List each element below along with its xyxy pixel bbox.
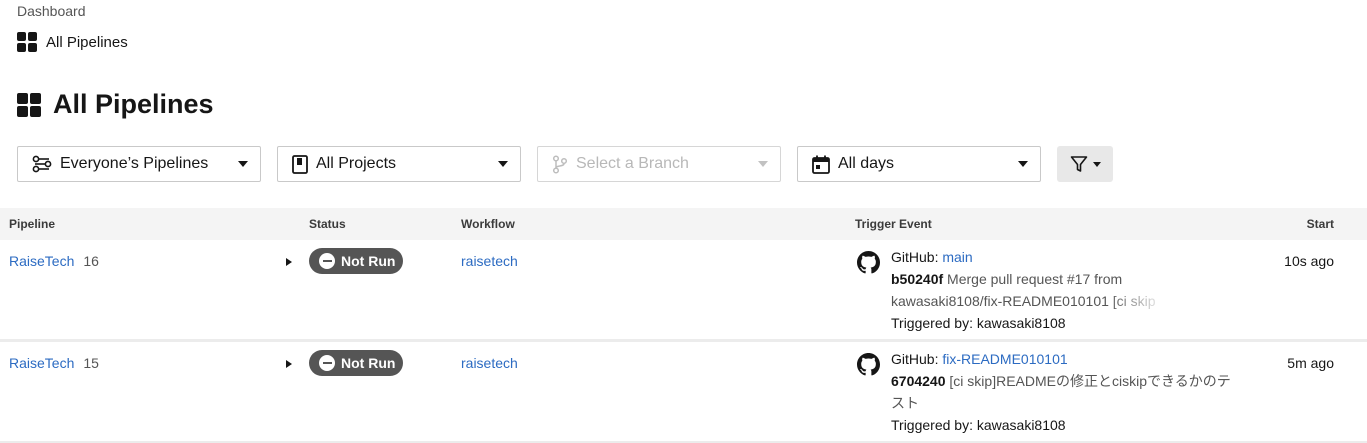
- pipeline-link[interactable]: RaiseTech: [9, 253, 74, 269]
- table-row: RaiseTech 15 Not Run raisetech GitHub: fi…: [0, 342, 1367, 443]
- breadcrumb-dashboard[interactable]: Dashboard: [17, 3, 86, 19]
- page-title-text: All Pipelines: [53, 89, 214, 119]
- expand-row-icon[interactable]: [286, 258, 292, 266]
- table-header: Pipeline Status Workflow Trigger Event S…: [0, 208, 1367, 240]
- commit-message: Merge pull request #17 from: [947, 271, 1123, 287]
- filter-icon: [1070, 156, 1087, 172]
- header-start: Start: [1306, 217, 1334, 231]
- branch-link[interactable]: fix-README010101: [942, 351, 1067, 367]
- filter-button[interactable]: [1057, 146, 1113, 182]
- pipelines-filter-dropdown[interactable]: Everyone’s Pipelines: [17, 146, 261, 182]
- workflow-link[interactable]: raisetech: [461, 355, 518, 371]
- pipelines-icon: [32, 155, 52, 173]
- commit-message-cont: kawasaki8108/fix-README010101 [ci skip: [891, 290, 1161, 312]
- table-row: RaiseTech 16 Not Run raisetech GitHub: ma…: [0, 240, 1367, 342]
- breadcrumb-current-label: All Pipelines: [46, 33, 128, 51]
- trigger-event: GitHub: fix-README010101 6704240 [ci ski…: [891, 348, 1251, 436]
- dashboard-icon: [17, 32, 37, 52]
- chevron-down-icon: [238, 161, 248, 167]
- status-label: Not Run: [341, 355, 396, 371]
- days-filter-dropdown[interactable]: All days: [797, 146, 1041, 182]
- breadcrumb-current: All Pipelines: [17, 32, 128, 52]
- branch-filter-placeholder: Select a Branch: [576, 155, 689, 172]
- expand-row-icon[interactable]: [286, 360, 292, 368]
- github-icon: [857, 353, 880, 376]
- trigger-source: GitHub:: [891, 351, 943, 367]
- chevron-down-icon: [1018, 161, 1028, 167]
- filter-bar: Everyone’s Pipelines All Projects Select…: [17, 146, 1113, 182]
- pipelines-table: Pipeline Status Workflow Trigger Event S…: [0, 208, 1367, 443]
- commit-message: [ci skip]READMEの修正とciskipできるかのテ: [949, 373, 1231, 389]
- dashboard-icon: [17, 92, 41, 117]
- pipeline-number: 15: [83, 355, 99, 371]
- triggered-by: Triggered by: kawasaki8108: [891, 315, 1066, 331]
- header-pipeline: Pipeline: [9, 217, 56, 231]
- chevron-down-icon: [498, 161, 508, 167]
- header-trigger-event: Trigger Event: [855, 217, 932, 231]
- not-run-icon: [319, 253, 335, 269]
- project-icon: [292, 154, 308, 174]
- github-icon: [857, 251, 880, 274]
- triggered-by: Triggered by: kawasaki8108: [891, 417, 1066, 433]
- status-badge: Not Run: [309, 248, 403, 274]
- not-run-icon: [319, 355, 335, 371]
- commit-sha[interactable]: 6704240: [891, 373, 946, 389]
- pipeline-number: 16: [83, 253, 99, 269]
- header-status: Status: [309, 217, 346, 231]
- chevron-down-icon: [758, 161, 768, 167]
- pipeline-cell: RaiseTech 15: [9, 355, 99, 371]
- status-label: Not Run: [341, 253, 396, 269]
- trigger-source: GitHub:: [891, 249, 943, 265]
- commit-line: 6704240 [ci skip]READMEの修正とciskipできるかのテ: [891, 370, 1251, 392]
- projects-filter-label: All Projects: [316, 155, 397, 172]
- chevron-down-icon: [1092, 161, 1101, 167]
- trigger-event: GitHub: main b50240f Merge pull request …: [891, 246, 1161, 334]
- start-time: 10s ago: [1284, 253, 1334, 269]
- branch-icon: [552, 154, 568, 174]
- pipeline-cell: RaiseTech 16: [9, 253, 99, 269]
- trigger-source-line: GitHub: main: [891, 246, 1161, 268]
- pipelines-filter-label: Everyone’s Pipelines: [60, 155, 209, 172]
- pipeline-link[interactable]: RaiseTech: [9, 355, 74, 371]
- commit-message-cont: スト: [891, 395, 919, 411]
- branch-filter-dropdown[interactable]: Select a Branch: [537, 146, 781, 182]
- start-time: 5m ago: [1287, 355, 1334, 371]
- header-workflow: Workflow: [461, 217, 515, 231]
- projects-filter-dropdown[interactable]: All Projects: [277, 146, 521, 182]
- status-badge: Not Run: [309, 350, 403, 376]
- calendar-icon: [812, 155, 830, 174]
- days-filter-label: All days: [838, 155, 895, 172]
- commit-sha[interactable]: b50240f: [891, 271, 943, 287]
- page-title: All Pipelines: [17, 89, 214, 120]
- commit-line: b50240f Merge pull request #17 from: [891, 268, 1161, 290]
- branch-link[interactable]: main: [942, 249, 972, 265]
- trigger-source-line: GitHub: fix-README010101: [891, 348, 1251, 370]
- commit-message-faded: [ci skip: [1108, 293, 1156, 309]
- workflow-link[interactable]: raisetech: [461, 253, 518, 269]
- commit-message-cont-text: kawasaki8108/fix-README010101: [891, 293, 1109, 309]
